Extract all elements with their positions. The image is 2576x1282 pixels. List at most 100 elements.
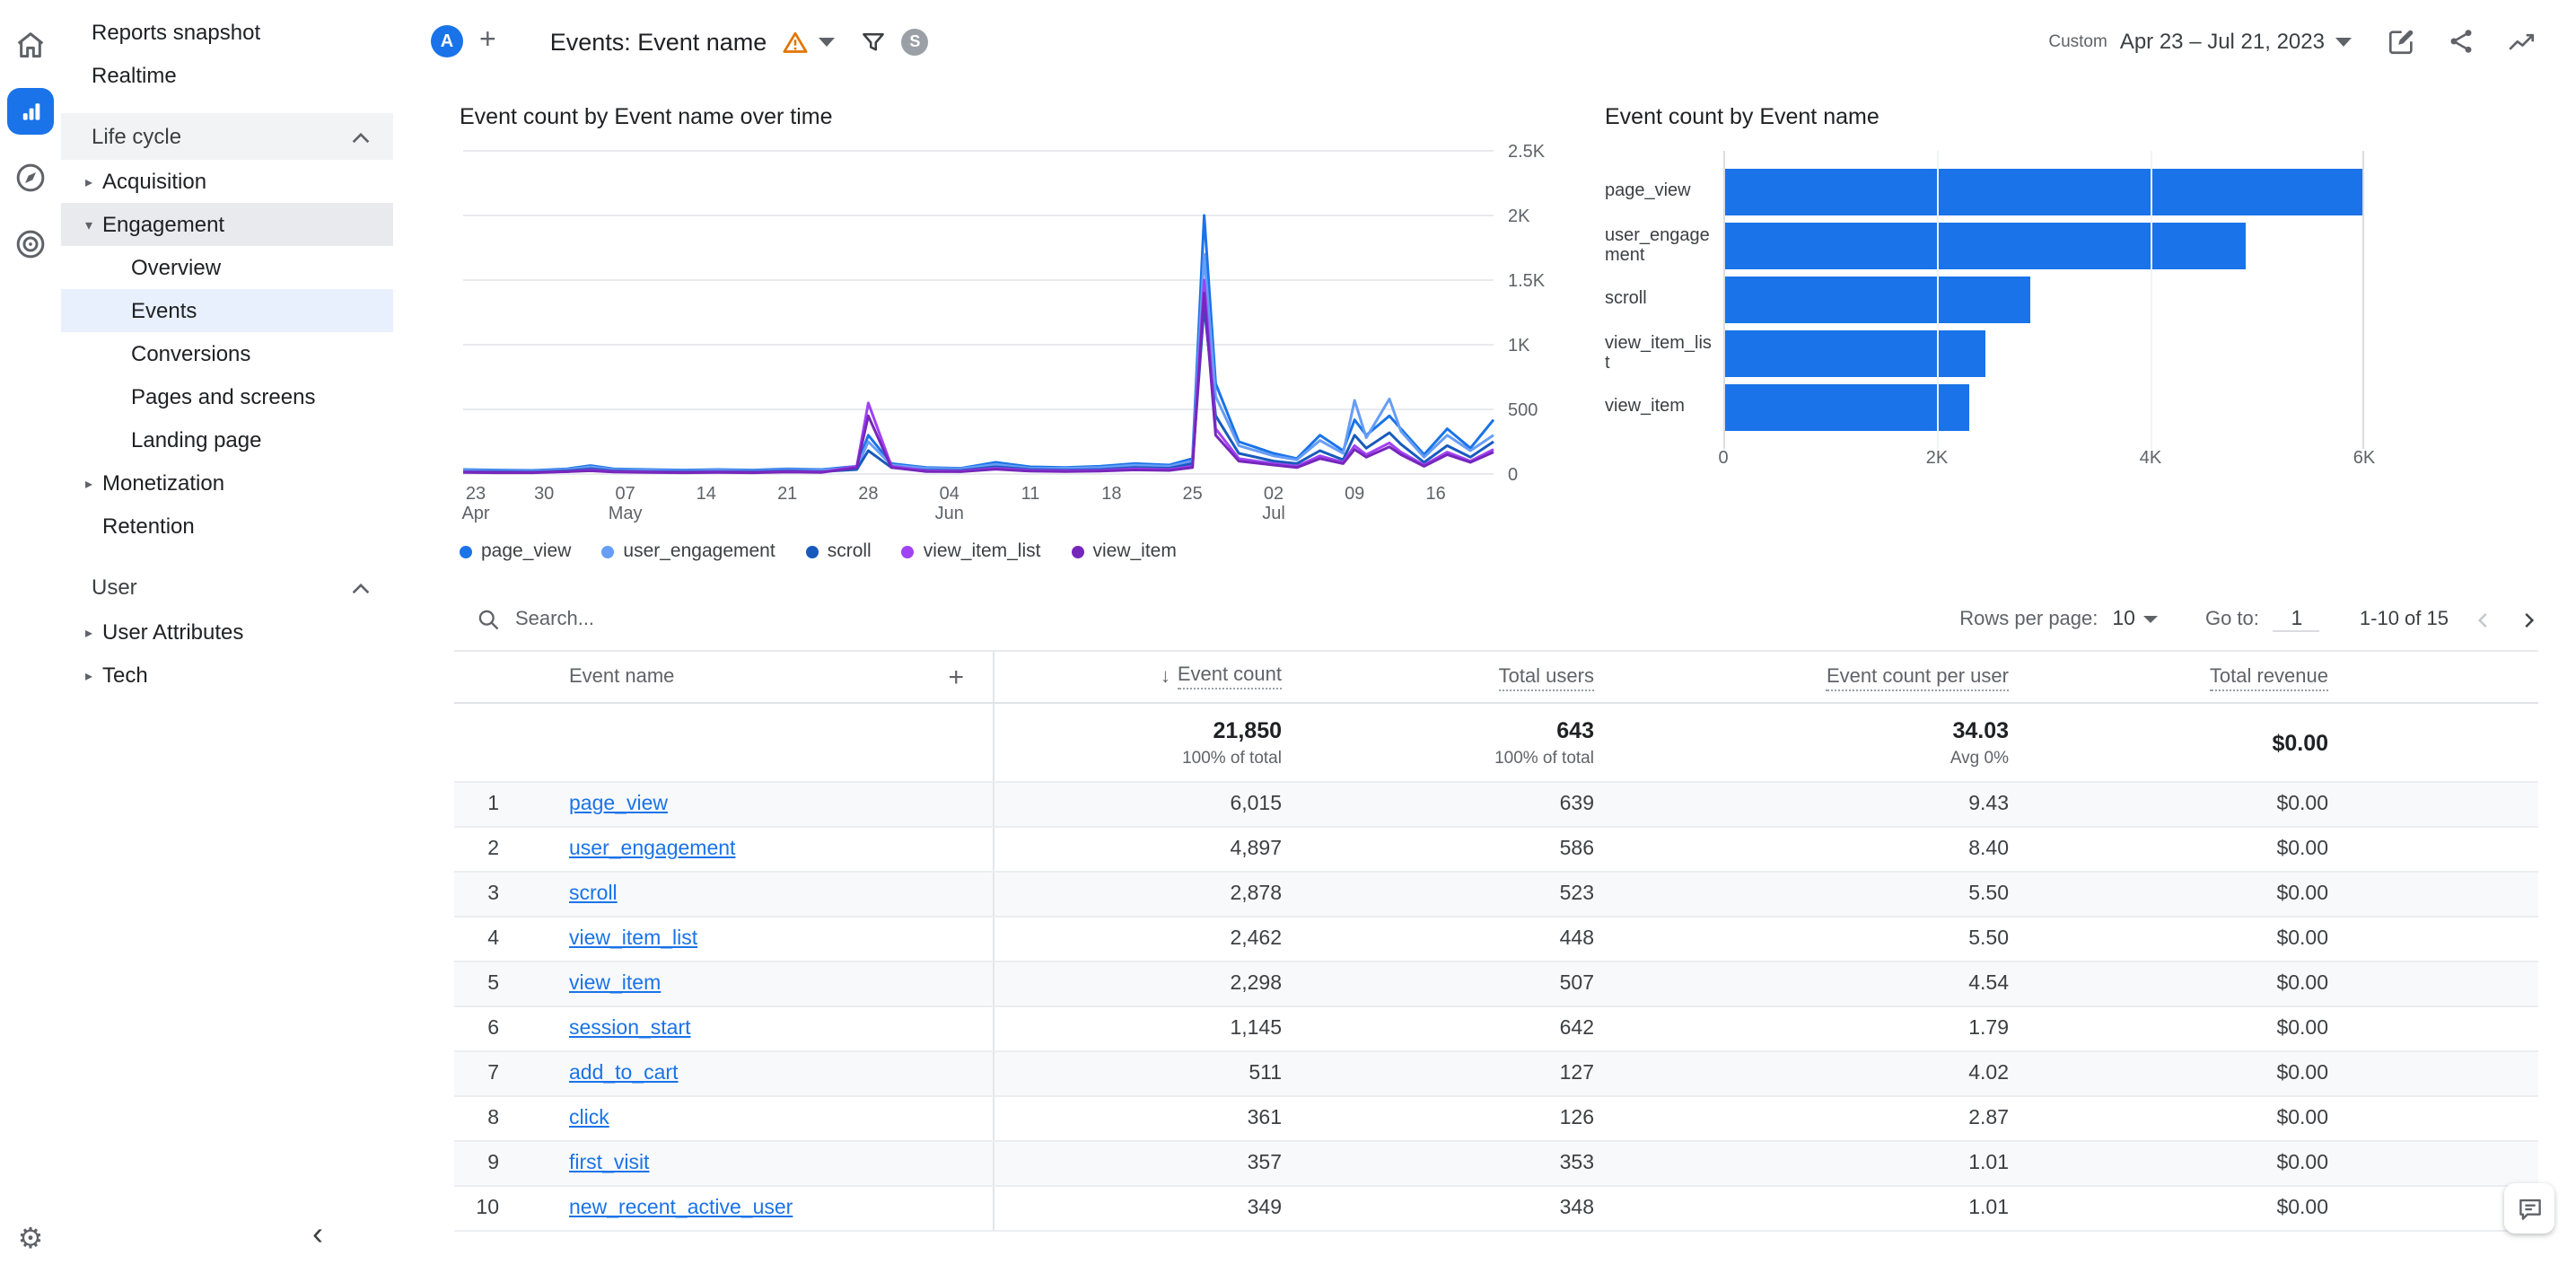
gear-icon[interactable]: ⚙: [0, 1221, 61, 1257]
collapse-sidebar-button[interactable]: ‹: [312, 1217, 323, 1250]
per-user-column-header[interactable]: Event count per user: [1594, 666, 2009, 691]
sidebar-item-pages-and-screens[interactable]: Pages and screens: [61, 375, 393, 418]
report-dimension-dropdown[interactable]: [819, 37, 836, 46]
event-name-link[interactable]: user_engagement: [569, 839, 735, 860]
row-index: 4: [487, 928, 499, 950]
event-name-link[interactable]: add_to_cart: [569, 1063, 679, 1084]
sidebar-item-label: Retention: [102, 514, 195, 539]
home-icon[interactable]: [7, 22, 54, 68]
warning-icon[interactable]: [783, 30, 808, 53]
sidebar-item-realtime[interactable]: Realtime: [61, 54, 393, 97]
event-name-link[interactable]: page_view: [569, 794, 668, 815]
sidebar-section-life-cycle[interactable]: Life cycle: [61, 113, 393, 160]
date-range-picker[interactable]: Apr 23 – Jul 21, 2023: [2120, 29, 2352, 54]
comparison-badge[interactable]: S: [901, 28, 929, 55]
go-to-page-input[interactable]: [2273, 608, 2320, 631]
legend-item-page-view[interactable]: page_view: [460, 540, 571, 562]
feedback-button[interactable]: [2504, 1183, 2554, 1234]
bar-view-item-list[interactable]: [1723, 330, 1986, 377]
customize-report-icon[interactable]: [2386, 26, 2416, 57]
avatar[interactable]: A: [431, 25, 463, 57]
sidebar-item-landing-page[interactable]: Landing page: [61, 418, 393, 461]
total-revenue-column-header[interactable]: Total revenue: [2009, 666, 2328, 691]
date-range-label: Apr 23 – Jul 21, 2023: [2119, 29, 2325, 54]
svg-text:2.5K: 2.5K: [1508, 142, 1546, 162]
event-name-column-header[interactable]: Event name +: [512, 663, 993, 690]
table-totals-row: 21,850 100% of total 643 100% of total 3…: [454, 704, 2538, 783]
revenue-cell: $0.00: [2276, 1018, 2328, 1040]
insights-icon[interactable]: [2506, 26, 2537, 57]
bar-view-item[interactable]: [1723, 384, 1969, 431]
per-user-cell: 2.87: [1968, 1108, 2009, 1129]
revenue-cell: $0.00: [2276, 794, 2328, 815]
next-page-button[interactable]: [2519, 610, 2538, 629]
caret-right-icon: ▸: [84, 475, 92, 491]
add-comparison-button[interactable]: +: [479, 26, 496, 56]
event-name-link[interactable]: session_start: [569, 1018, 691, 1040]
feedback-bubble-icon: [2519, 1198, 2540, 1219]
per-user-cell: 5.50: [1968, 883, 2009, 905]
legend-item-view-item-list[interactable]: view_item_list: [901, 540, 1040, 562]
bar-page-view[interactable]: [1723, 169, 2364, 215]
bar-label-page-view: page_view: [1605, 181, 1691, 202]
line-chart-title: Event count by Event name over time: [460, 104, 833, 129]
column-header-label: Total revenue: [2209, 666, 2328, 691]
legend-item-user-engagement[interactable]: user_engagement: [601, 540, 775, 562]
event-name-link[interactable]: scroll: [569, 883, 618, 905]
previous-page-button[interactable]: [2474, 610, 2493, 629]
search-icon: [478, 610, 499, 630]
search-input[interactable]: [515, 609, 820, 630]
bar-chart-title: Event count by Event name: [1605, 104, 1879, 129]
event-count-cell: 6,015: [993, 783, 1282, 826]
event-name-link[interactable]: first_visit: [569, 1153, 649, 1174]
sidebar-item-monetization[interactable]: ▸ Monetization: [61, 461, 393, 505]
legend-item-scroll[interactable]: scroll: [805, 540, 872, 562]
legend-label: scroll: [827, 540, 872, 562]
legend-label: view_item: [1092, 540, 1177, 562]
events-table: Event name + ↓ Event count Total users E…: [454, 650, 2538, 1232]
chevron-up-icon: [352, 575, 370, 600]
sidebar-item-label: Monetization: [102, 470, 225, 496]
event-count-column-header[interactable]: ↓ Event count: [993, 652, 1282, 702]
svg-text:Jul: Jul: [1262, 504, 1285, 523]
explore-icon[interactable]: [7, 154, 54, 201]
filter-icon[interactable]: [860, 28, 887, 55]
event-name-link[interactable]: view_item: [569, 973, 661, 995]
total-users-column-header[interactable]: Total users: [1282, 666, 1594, 691]
sidebar-item-conversions[interactable]: Conversions: [61, 332, 393, 375]
sidebar-item-overview[interactable]: Overview: [61, 246, 393, 289]
sidebar-item-reports-snapshot[interactable]: Reports snapshot: [61, 11, 393, 54]
bar-scroll[interactable]: [1723, 277, 2031, 323]
share-icon[interactable]: [2447, 27, 2475, 56]
event-name-link[interactable]: view_item_list: [569, 928, 697, 950]
x-tick-label: 4K: [2139, 449, 2162, 469]
sidebar-item-retention[interactable]: Retention: [61, 505, 393, 548]
x-tick-label: 6K: [2353, 449, 2376, 469]
event-count-cell: 2,298: [993, 962, 1282, 1005]
legend-item-view-item[interactable]: view_item: [1071, 540, 1177, 562]
reports-icon[interactable]: [7, 88, 54, 135]
rows-per-page-select[interactable]: 10: [2112, 609, 2159, 630]
row-index: 10: [476, 1198, 499, 1219]
event-name-link[interactable]: new_recent_active_user: [569, 1198, 793, 1219]
table-row: 7 add_to_cart 511 127 4.02 $0.00: [454, 1052, 2538, 1097]
svg-text:21: 21: [777, 484, 797, 504]
legend-dot: [1071, 545, 1084, 558]
bar-row: [1723, 273, 2364, 327]
sidebar-item-events[interactable]: Events: [61, 289, 393, 332]
sidebar-section-user[interactable]: User: [61, 564, 393, 610]
total-users-cell: 507: [1559, 973, 1594, 995]
sidebar-item-user-attributes[interactable]: ▸ User Attributes: [61, 610, 393, 654]
event-name-link[interactable]: click: [569, 1108, 609, 1129]
event-count-cell: 4,897: [993, 828, 1282, 871]
sidebar-item-label: User Attributes: [102, 619, 244, 645]
sidebar-item-tech[interactable]: ▸ Tech: [61, 654, 393, 697]
sidebar-item-engagement[interactable]: ▾ Engagement: [61, 203, 393, 246]
axis-line: [1723, 151, 1725, 449]
advertising-icon[interactable]: [7, 221, 54, 268]
row-index: 1: [487, 794, 499, 815]
add-dimension-button[interactable]: +: [948, 663, 964, 690]
revenue-cell: $0.00: [2276, 839, 2328, 860]
sidebar-item-acquisition[interactable]: ▸ Acquisition: [61, 160, 393, 203]
bar-user-engagement[interactable]: [1723, 223, 2247, 269]
